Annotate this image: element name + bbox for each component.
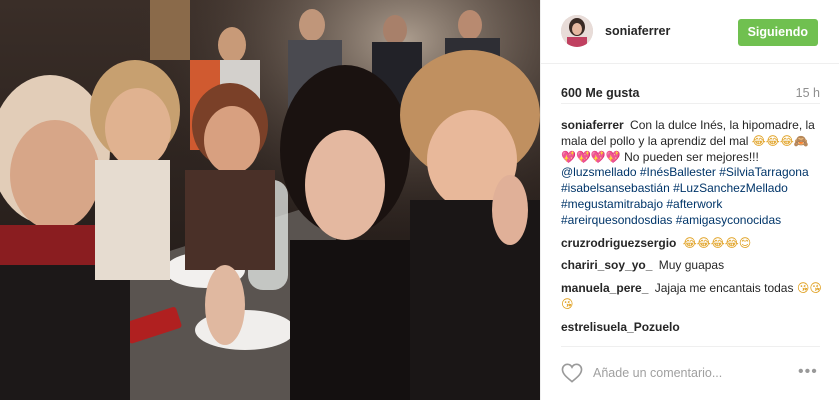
list-item: manuela_pere_ Jajaja me encantais todas … [561,281,823,313]
following-button[interactable]: Siguiendo [737,19,818,46]
list-item: cruzrodriguezsergio 😂😂😂😂😊 [561,236,823,252]
caption-hearts: 💖💖💖💖 [561,149,621,164]
comment-author[interactable]: cruzrodriguezsergio [561,236,676,250]
avatar[interactable] [561,15,593,47]
comment-author[interactable]: chariri_soy_yo_ [561,258,652,272]
post-username[interactable]: soniaferrer [605,24,670,38]
comments-list[interactable]: soniaferrer Con la dulce Inés, la hipoma… [561,118,823,342]
more-options-icon[interactable]: ••• [798,364,820,380]
list-item: estrelisuela_Pozuelo [561,320,823,336]
post-photo[interactable] [0,0,540,400]
post-stats: 600 Me gusta 15 h [561,84,820,104]
caption-author[interactable]: soniaferrer [561,118,624,132]
comment-text: Muy guapas [658,258,725,273]
caption-text-2: No pueden ser mejores!!! [624,149,759,164]
post-header: soniaferrer Siguiendo [541,0,839,64]
comment-text: Jajaja me encantais todas [654,281,794,296]
likes-count[interactable]: 600 Me gusta [561,86,640,100]
comment-emoji: 😂😂😂😂😊 [682,235,752,250]
selfie-photo [0,0,540,400]
post-timestamp[interactable]: 15 h [796,86,820,100]
comment-bar: ••• [561,346,820,400]
list-item: chariri_soy_yo_ Muy guapas [561,258,823,274]
post-sidebar: soniaferrer Siguiendo 600 Me gusta 15 h … [540,0,839,400]
caption: soniaferrer Con la dulce Inés, la hipoma… [561,118,823,229]
caption-hashtags[interactable]: @luzsmellado #InésBallester #SilviaTarra… [561,165,809,226]
caption-emojis: 😂😂😂🙈 [751,133,809,148]
comment-author[interactable]: estrelisuela_Pozuelo [561,320,680,334]
heart-outline-icon[interactable] [561,363,583,383]
add-comment-input[interactable] [593,363,783,383]
comment-author[interactable]: manuela_pere_ [561,281,648,295]
